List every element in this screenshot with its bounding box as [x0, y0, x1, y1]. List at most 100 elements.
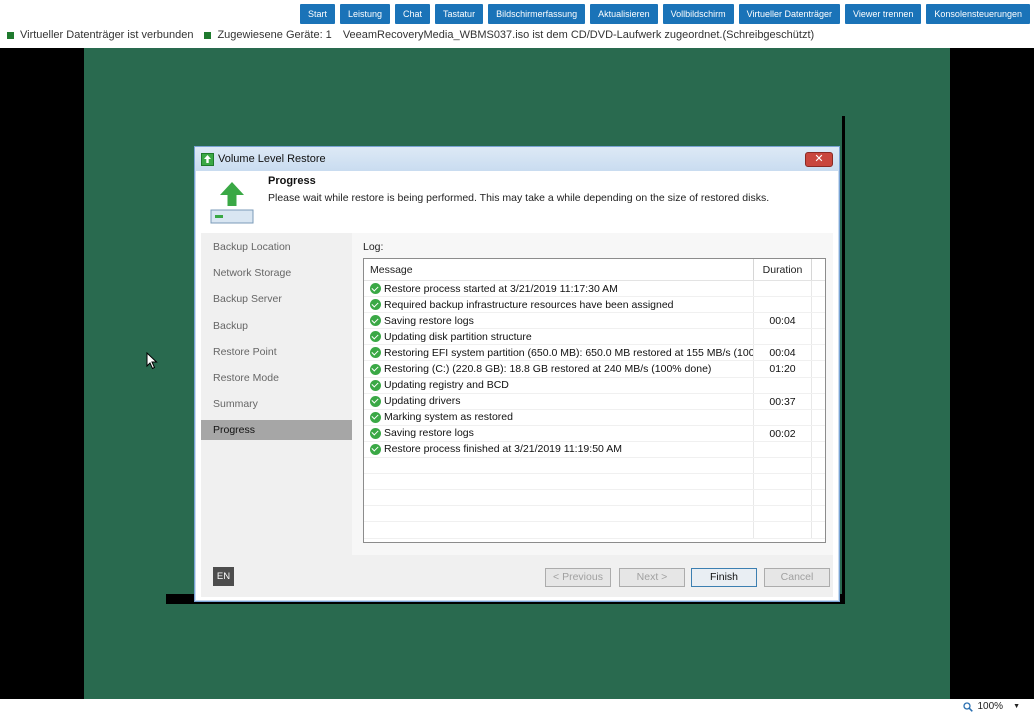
zoom-control[interactable]: 100% ▼	[963, 701, 1020, 712]
log-row[interactable]: Restoring (C:) (220.8 GB): 18.8 GB resto…	[364, 361, 825, 378]
log-row[interactable]: Restore process started at 3/21/2019 11:…	[364, 281, 825, 298]
virtual-disk-button[interactable]: Virtueller Datenträger	[738, 4, 841, 24]
success-check-icon	[370, 379, 381, 391]
log-row[interactable]: Marking system as restored	[364, 409, 825, 426]
status-square-icon	[204, 31, 212, 39]
previous-button[interactable]: < Previous	[545, 568, 611, 587]
close-button[interactable]: ✕	[805, 152, 833, 167]
nav-item-progress[interactable]: Progress	[201, 420, 352, 441]
log-row-empty[interactable]	[364, 506, 825, 523]
log-message-cell: Restoring EFI system partition (650.0 MB…	[364, 345, 754, 361]
assigned-devices-text: Zugewiesene Geräte: 1	[217, 29, 332, 41]
column-header-message[interactable]: Message	[364, 259, 754, 280]
zoom-icon	[963, 701, 974, 712]
log-duration-cell	[754, 281, 812, 297]
restore-upload-icon	[210, 182, 254, 224]
status-square-icon	[7, 31, 14, 39]
log-message-cell	[364, 458, 754, 474]
nav-item-backup[interactable]: Backup	[201, 316, 352, 336]
success-check-icon	[370, 427, 381, 439]
log-duration-cell	[754, 490, 812, 506]
log-message-text: Restoring (C:) (220.8 GB): 18.8 GB resto…	[384, 363, 712, 376]
log-duration-cell	[754, 522, 812, 538]
log-message-text: Saving restore logs	[384, 314, 474, 327]
log-row[interactable]: Saving restore logs 00:04	[364, 313, 825, 330]
language-indicator[interactable]: EN	[213, 567, 234, 586]
column-header-duration[interactable]: Duration	[754, 259, 812, 280]
log-duration-cell	[754, 297, 812, 313]
log-duration-cell	[754, 441, 812, 458]
next-button[interactable]: Next >	[619, 568, 685, 587]
chat-button[interactable]: Chat	[395, 4, 431, 24]
log-row[interactable]: Required backup infrastructure resources…	[364, 297, 825, 314]
success-check-icon	[370, 443, 381, 455]
nav-item-restore-point[interactable]: Restore Point	[201, 342, 352, 362]
log-duration-cell: 01:20	[754, 361, 812, 377]
log-message-text: Required backup infrastructure resources…	[384, 298, 674, 311]
log-duration-cell	[754, 409, 812, 425]
log-message-cell: Saving restore logs	[364, 425, 754, 441]
keyboard-button[interactable]: Tastatur	[435, 4, 484, 24]
log-duration-cell	[754, 506, 812, 522]
fullscreen-button[interactable]: Vollbildschirm	[662, 4, 734, 24]
console-controls-button[interactable]: Konsolensteuerungen	[926, 4, 1030, 24]
log-row-empty[interactable]	[364, 458, 825, 475]
log-message-text: Marking system as restored	[384, 411, 513, 424]
success-check-icon	[370, 315, 381, 327]
log-row[interactable]: Updating drivers 00:37	[364, 393, 825, 410]
log-message-cell	[364, 490, 754, 506]
log-message-text: Saving restore logs	[384, 427, 474, 440]
log-message-cell	[364, 474, 754, 490]
start-button[interactable]: Start	[299, 4, 335, 24]
log-row-empty[interactable]	[364, 522, 825, 539]
log-duration-cell: 00:04	[754, 313, 812, 329]
disconnect-viewer-button[interactable]: Viewer trennen	[845, 4, 922, 24]
screen-capture-button[interactable]: Bildschirmerfassung	[488, 4, 586, 24]
remote-console[interactable]: Volume Level Restore ✕ Progress Please w…	[0, 48, 1034, 699]
close-icon: ✕	[814, 153, 824, 165]
nav-item-backup-location[interactable]: Backup Location	[201, 237, 352, 257]
chevron-down-icon: ▼	[1013, 703, 1020, 710]
nav-item-restore-mode[interactable]: Restore Mode	[201, 368, 352, 388]
log-message-text: Restore process finished at 3/21/2019 11…	[384, 443, 622, 456]
bottom-bar: 100% ▼	[0, 699, 1034, 716]
log-row-empty[interactable]	[364, 474, 825, 491]
log-row[interactable]: Updating disk partition structure	[364, 329, 825, 346]
volume-level-restore-dialog: Volume Level Restore ✕ Progress Please w…	[194, 146, 840, 602]
performance-button[interactable]: Leistung	[340, 4, 391, 24]
log-row[interactable]: Updating registry and BCD	[364, 377, 825, 394]
zoom-level: 100%	[977, 701, 1004, 712]
success-check-icon	[370, 347, 381, 359]
progress-panel: Log: Message Duration Restore process st…	[352, 233, 833, 555]
wizard-nav: Backup Location Network Storage Backup S…	[201, 237, 352, 447]
nav-item-summary[interactable]: Summary	[201, 394, 352, 414]
app-icon	[201, 152, 214, 166]
success-check-icon	[370, 331, 381, 343]
log-message-text: Updating registry and BCD	[384, 379, 509, 392]
log-row[interactable]: Restoring EFI system partition (650.0 MB…	[364, 345, 825, 362]
log-message-cell: Updating disk partition structure	[364, 329, 754, 345]
log-message-cell: Updating registry and BCD	[364, 377, 754, 393]
console-toolbar: Start Leistung Chat Tastatur Bildschirme…	[299, 4, 1030, 24]
dialog-title: Volume Level Restore	[218, 153, 326, 165]
log-table[interactable]: Message Duration Restore process started…	[363, 258, 826, 543]
log-row-empty[interactable]	[364, 490, 825, 507]
nav-item-backup-server[interactable]: Backup Server	[201, 289, 352, 309]
success-check-icon	[370, 299, 381, 311]
log-message-cell	[364, 506, 754, 522]
log-message-cell: Updating drivers	[364, 393, 754, 409]
log-label: Log:	[363, 241, 384, 253]
cancel-button[interactable]: Cancel	[764, 568, 830, 587]
finish-button[interactable]: Finish	[691, 568, 757, 587]
log-message-cell: Required backup infrastructure resources…	[364, 297, 754, 313]
log-duration-cell	[754, 474, 812, 490]
status-bar: Virtueller Datenträger ist verbunden Zug…	[7, 27, 825, 43]
log-row[interactable]: Restore process finished at 3/21/2019 11…	[364, 441, 825, 459]
log-message-cell	[364, 522, 754, 538]
dialog-footer: EN < Previous Next > Finish Cancel	[201, 555, 833, 597]
log-row[interactable]: Saving restore logs 00:02	[364, 425, 825, 442]
log-message-text: Restore process started at 3/21/2019 11:…	[384, 282, 618, 295]
nav-item-network-storage[interactable]: Network Storage	[201, 263, 352, 283]
log-header: Message Duration	[364, 259, 825, 281]
refresh-button[interactable]: Aktualisieren	[590, 4, 658, 24]
